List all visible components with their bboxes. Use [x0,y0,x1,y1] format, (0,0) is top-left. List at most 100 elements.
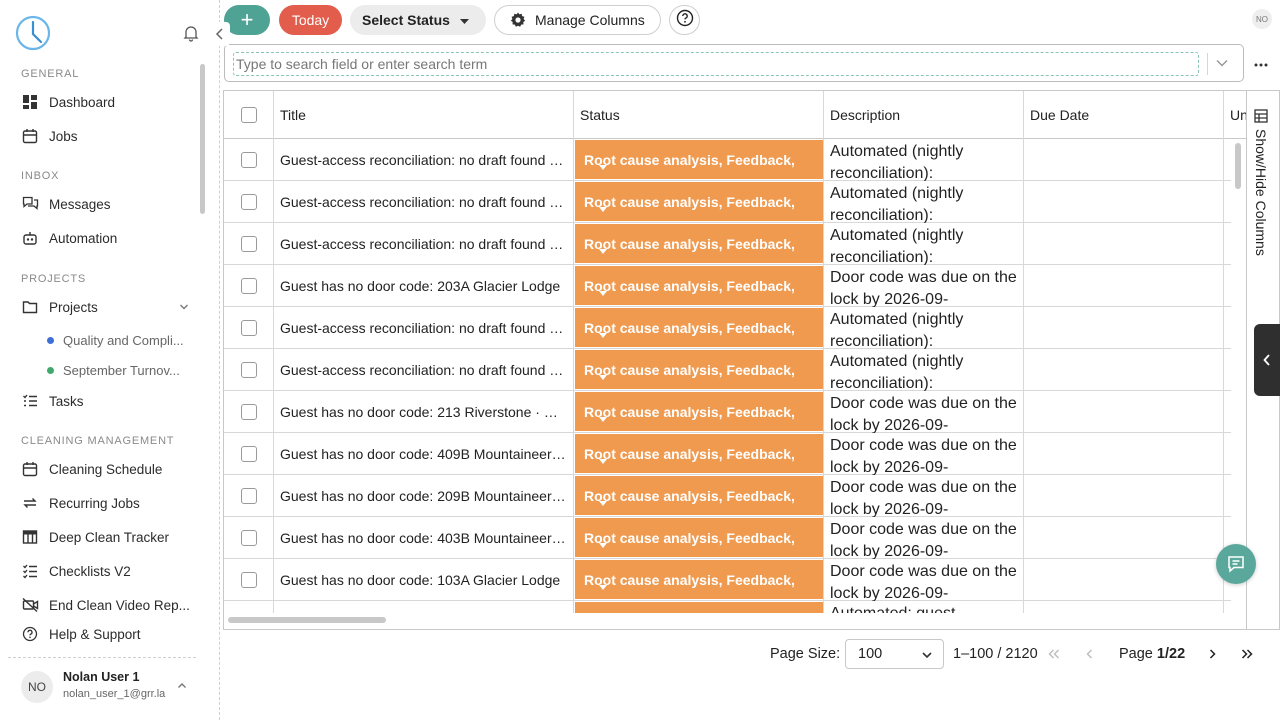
vertical-scrollbar[interactable] [1235,143,1241,189]
previous-page-button[interactable] [1081,645,1099,663]
sidebar-item-automation[interactable]: Automation [21,226,197,250]
row-checkbox[interactable] [240,362,257,378]
page-size-select[interactable]: 100 [845,639,944,669]
status-cell[interactable]: Root cause analysis, Feedback, Status [574,223,824,265]
status-dropdown[interactable]: Root cause analysis, Feedback, Status [575,602,823,613]
description-cell[interactable]: Door code was due on the lock by 2026-09… [824,517,1024,559]
extra-cell[interactable] [1224,265,1231,307]
extra-cell[interactable] [1224,433,1231,475]
status-dropdown[interactable]: Root cause analysis, Feedback, Status [575,560,823,599]
chevron-down-icon[interactable] [1215,56,1229,75]
sidebar-item-recurring-jobs[interactable]: Recurring Jobs [21,491,197,515]
status-cell[interactable]: Root cause analysis, Feedback, Status [574,139,824,181]
column-header-extra[interactable]: Un [1224,91,1246,139]
due-date-cell[interactable] [1024,223,1224,265]
table-row[interactable]: Root cause analysis, Feedback, Status Aut… [224,601,1231,613]
status-dropdown[interactable]: Root cause analysis, Feedback, Status [575,182,823,221]
table-row[interactable]: Guest-access reconciliation: no draft fo… [224,223,1231,265]
due-date-cell[interactable] [1024,307,1224,349]
table-row[interactable]: Guest has no door code: 209B Mountaineer… [224,475,1231,517]
extra-cell[interactable] [1224,475,1231,517]
row-checkbox[interactable] [240,446,257,462]
status-dropdown[interactable]: Root cause analysis, Feedback, Status [575,350,823,389]
status-dropdown[interactable]: Root cause analysis, Feedback, Status [575,224,823,263]
description-cell[interactable]: Door code was due on the lock by 2026-09… [824,559,1024,601]
title-cell[interactable]: Guest-access reconciliation: no draft fo… [274,349,574,391]
chevron-down-icon[interactable] [179,300,189,315]
table-row[interactable]: Guest-access reconciliation: no draft fo… [224,349,1231,391]
column-header-title[interactable]: Title [274,91,574,139]
description-cell[interactable]: Automated (nightly reconciliation): [824,223,1024,265]
status-dropdown[interactable]: Root cause analysis, Feedback, Status [575,266,823,305]
top-user-avatar[interactable]: NO [1252,9,1272,29]
status-cell[interactable]: Root cause analysis, Feedback, Status [574,391,824,433]
status-dropdown[interactable]: Root cause analysis, Feedback, Status [575,476,823,515]
sidebar-subitem-project-1[interactable]: Quality and Compli... [47,329,197,351]
table-row[interactable]: Guest has no door code: 409B Mountaineer… [224,433,1231,475]
extra-cell[interactable] [1224,181,1231,223]
status-dropdown[interactable]: Root cause analysis, Feedback, Status [575,140,823,179]
status-dropdown[interactable]: Root cause analysis, Feedback, Status [575,392,823,431]
row-checkbox[interactable] [240,572,257,588]
description-cell[interactable]: Door code was due on the lock by 2026-09… [824,475,1024,517]
status-cell[interactable]: Root cause analysis, Feedback, Status [574,349,824,391]
status-cell[interactable]: Root cause analysis, Feedback, Status [574,307,824,349]
more-options-button[interactable] [1254,54,1268,72]
row-checkbox[interactable] [240,278,257,294]
title-cell[interactable]: Guest-access reconciliation: no draft fo… [274,223,574,265]
table-row[interactable]: Guest-access reconciliation: no draft fo… [224,307,1231,349]
description-cell[interactable]: Automated (nightly reconciliation): [824,139,1024,181]
vertical-scroll-track[interactable] [1231,139,1247,613]
status-cell[interactable]: Root cause analysis, Feedback, Status [574,433,824,475]
bell-icon[interactable] [182,24,200,42]
sidebar-item-jobs[interactable]: Jobs [21,124,197,148]
title-cell[interactable] [274,601,574,613]
sidebar-item-tasks[interactable]: Tasks [21,389,197,413]
table-row[interactable]: Guest has no door code: 203A Glacier Lod… [224,265,1231,307]
title-cell[interactable]: Guest has no door code: 409B Mountaineer… [274,433,574,475]
due-date-cell[interactable] [1024,391,1224,433]
description-cell[interactable]: Automated: guest [824,601,1024,613]
due-date-cell[interactable] [1024,265,1224,307]
row-checkbox[interactable] [240,236,257,252]
sidebar-item-checklists[interactable]: Checklists V2 [21,559,197,583]
sidebar-item-projects[interactable]: Projects [21,295,197,319]
show-hide-columns-tab[interactable]: Show/Hide Columns [1253,109,1269,256]
due-date-cell[interactable] [1024,349,1224,391]
table-row[interactable]: Guest has no door code: 213 Riverstone ·… [224,391,1231,433]
description-cell[interactable]: Automated (nightly reconciliation): [824,307,1024,349]
next-page-button[interactable] [1203,645,1221,663]
sidebar-item-messages[interactable]: Messages [21,192,197,216]
title-cell[interactable]: Guest has no door code: 103A Glacier Lod… [274,559,574,601]
title-cell[interactable]: Guest-access reconciliation: no draft fo… [274,307,574,349]
description-cell[interactable]: Door code was due on the lock by 2026-09… [824,391,1024,433]
description-cell[interactable]: Automated (nightly reconciliation): [824,349,1024,391]
title-cell[interactable]: Guest has no door code: 403B Mountaineer… [274,517,574,559]
status-cell[interactable]: Root cause analysis, Feedback, Status [574,181,824,223]
due-date-cell[interactable] [1024,601,1224,613]
search-input[interactable] [233,52,1199,76]
select-all-checkbox[interactable] [240,107,257,123]
title-cell[interactable]: Guest has no door code: 209B Mountaineer… [274,475,574,517]
column-header-due-date[interactable]: Due Date [1024,91,1224,139]
select-status-dropdown[interactable]: Select Status [350,5,486,35]
status-cell[interactable]: Root cause analysis, Feedback, Status [574,475,824,517]
title-cell[interactable]: Guest-access reconciliation: no draft fo… [274,181,574,223]
extra-cell[interactable] [1224,349,1231,391]
manage-columns-button[interactable]: Manage Columns [494,5,661,35]
last-page-button[interactable] [1238,645,1256,663]
title-cell[interactable]: Guest has no door code: 203A Glacier Lod… [274,265,574,307]
due-date-cell[interactable] [1024,517,1224,559]
status-cell[interactable]: Root cause analysis, Feedback, Status [574,559,824,601]
sidebar-item-dashboard[interactable]: Dashboard [21,90,197,114]
description-cell[interactable]: Door code was due on the lock by 2026-09… [824,265,1024,307]
table-row[interactable]: Guest-access reconciliation: no draft fo… [224,139,1231,181]
status-dropdown[interactable]: Root cause analysis, Feedback, Status [575,308,823,347]
status-dropdown[interactable]: Root cause analysis, Feedback, Status [575,434,823,473]
status-cell[interactable]: Root cause analysis, Feedback, Status [574,265,824,307]
row-checkbox[interactable] [240,404,257,420]
sidebar-item-help[interactable]: Help & Support [21,622,197,646]
extra-cell[interactable] [1224,601,1231,613]
status-cell[interactable]: Root cause analysis, Feedback, Status [574,601,824,613]
collapse-sidebar-button[interactable] [210,22,230,46]
